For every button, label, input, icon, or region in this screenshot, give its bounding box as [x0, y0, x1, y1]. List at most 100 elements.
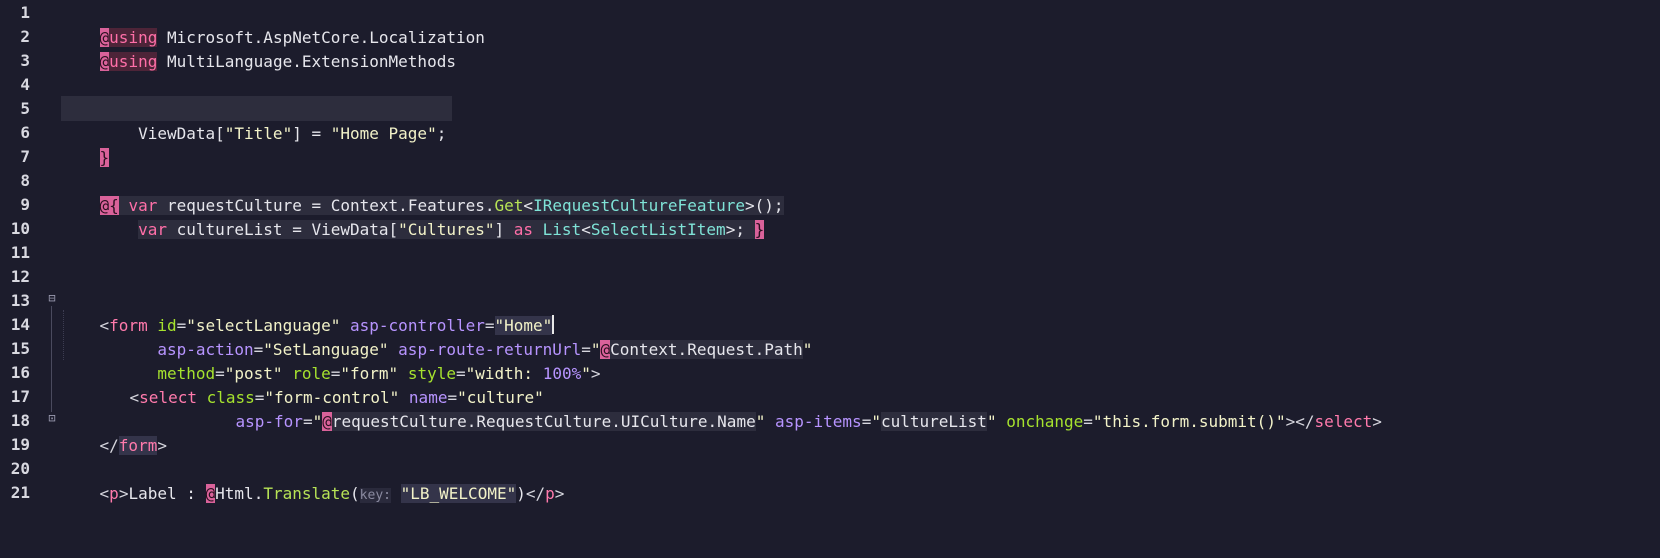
- equals: =: [861, 412, 872, 431]
- css-value: 100%: [542, 364, 582, 383]
- quote: ": [755, 412, 766, 431]
- code-line-9[interactable]: var cultureList = ViewData["Cultures"] a…: [61, 192, 765, 239]
- tag-close: >: [554, 484, 565, 503]
- punct: >;: [725, 220, 755, 239]
- razor-at: @: [205, 484, 216, 503]
- code-line-16[interactable]: <select class="form-control" name="cultu…: [91, 360, 544, 407]
- tag-close: >: [1372, 412, 1382, 431]
- expression: Context.Request.Path: [610, 340, 803, 359]
- code-line-13[interactable]: <form id="selectLanguage" asp-controller…: [61, 288, 555, 335]
- method: Translate: [263, 484, 351, 503]
- quote: ": [312, 412, 323, 431]
- code-line-8[interactable]: @{ var requestCulture = Context.Features…: [61, 168, 784, 215]
- identifier: Html.: [215, 484, 264, 503]
- string: "Title": [224, 124, 293, 143]
- operator: ] =: [292, 124, 331, 143]
- type: SelectListItem: [590, 220, 726, 239]
- tag-name: select: [1314, 412, 1373, 431]
- string: "LB_WELCOME": [400, 484, 517, 503]
- line-number: 2: [20, 27, 30, 46]
- fold-end-icon[interactable]: ⊡: [46, 406, 58, 431]
- string: "Cultures": [398, 220, 495, 239]
- space: [533, 220, 543, 239]
- tag-close: >: [157, 436, 167, 455]
- code-line-17[interactable]: asp-for="@requestCulture.RequestCulture.…: [91, 384, 1382, 431]
- identifier: cultureList = ViewData[: [166, 220, 399, 239]
- code-line-6[interactable]: }: [61, 120, 110, 167]
- line-number-gutter: 1 2 3 4 5 6 7 8 9 10 11 12 13 14 15 16 1…: [0, 0, 46, 558]
- line-number: 8: [20, 171, 30, 190]
- tag-close: >: [118, 484, 129, 503]
- line-number: 10: [10, 219, 30, 238]
- string: "Home Page": [330, 124, 437, 143]
- brace: }: [754, 220, 765, 239]
- paren: ): [516, 484, 526, 503]
- type: List: [542, 220, 582, 239]
- tag-name: form: [118, 436, 158, 455]
- expression: cultureList: [880, 412, 987, 431]
- line-number: 13: [10, 291, 30, 310]
- line-number: 5: [20, 99, 30, 118]
- code-line-2[interactable]: @using MultiLanguage.ExtensionMethods: [61, 24, 456, 71]
- tag-name: p: [545, 484, 555, 503]
- line-number: 12: [10, 267, 30, 286]
- line-number: 1: [20, 3, 30, 22]
- line-number: 21: [10, 483, 30, 502]
- text: Label :: [128, 484, 206, 503]
- punct: ;: [436, 124, 447, 143]
- tag-helper-attr: asp-for: [235, 412, 303, 431]
- quote: ": [986, 412, 997, 431]
- quote: ": [871, 412, 881, 431]
- fold-range-line: [51, 306, 52, 412]
- code-line-5[interactable]: ViewData["Title"] = "Home Page";: [61, 96, 453, 143]
- namespace: MultiLanguage.ExtensionMethods: [157, 52, 456, 71]
- tag-close: ></: [1285, 412, 1315, 431]
- expression: requestCulture.RequestCulture.UICulture.…: [331, 412, 756, 431]
- line-number: 14: [10, 315, 30, 334]
- line-number: 7: [20, 147, 30, 166]
- attr-name: onchange: [1006, 412, 1084, 431]
- line-number: 3: [20, 51, 30, 70]
- tag-open: <: [99, 484, 110, 503]
- line-number: 18: [10, 411, 30, 430]
- quote: ": [802, 340, 813, 359]
- line-number: 4: [20, 75, 30, 94]
- keyword: var: [138, 220, 167, 239]
- code-line-15[interactable]: method="post" role="form" style="width: …: [61, 336, 600, 383]
- line-number: 17: [10, 387, 30, 406]
- punct: ]: [494, 220, 514, 239]
- line-number: 20: [10, 459, 30, 478]
- code-line-14[interactable]: asp-action="SetLanguage" asp-route-retur…: [61, 312, 812, 359]
- code-line-18[interactable]: </form>: [61, 408, 167, 455]
- line-number: 15: [10, 339, 30, 358]
- code-line-4[interactable]: @{: [61, 72, 119, 119]
- keyword: as: [513, 220, 534, 239]
- line-number: 9: [20, 195, 30, 214]
- code-line-1[interactable]: @using Microsoft.AspNetCore.Localization: [61, 0, 485, 47]
- fold-toggle-icon[interactable]: ⊟: [46, 286, 58, 311]
- line-number: 19: [10, 435, 30, 454]
- code-line-20[interactable]: <p>Label : @Html.Translate(key: "LB_WELC…: [61, 456, 564, 503]
- tag-close: >: [590, 364, 601, 383]
- equals: =: [1083, 412, 1093, 431]
- line-number: 6: [20, 123, 30, 142]
- keyword: using: [109, 52, 158, 71]
- razor-at: @: [99, 52, 110, 71]
- tag-open: </: [525, 484, 546, 503]
- punct: <: [581, 220, 591, 239]
- paren: (: [350, 484, 360, 503]
- razor-at: @: [322, 412, 332, 431]
- tag-name: p: [109, 484, 119, 503]
- line-number: 11: [10, 243, 30, 262]
- tag-helper-attr: asp-items: [774, 412, 862, 431]
- tag-open: </: [99, 436, 119, 455]
- code-editor[interactable]: 1 2 3 4 5 6 7 8 9 10 11 12 13 14 15 16 1…: [0, 0, 1660, 558]
- parameter-hint: key:: [359, 488, 391, 503]
- quote: ": [581, 364, 591, 383]
- identifier: ViewData[: [138, 124, 225, 143]
- brace: }: [99, 148, 110, 167]
